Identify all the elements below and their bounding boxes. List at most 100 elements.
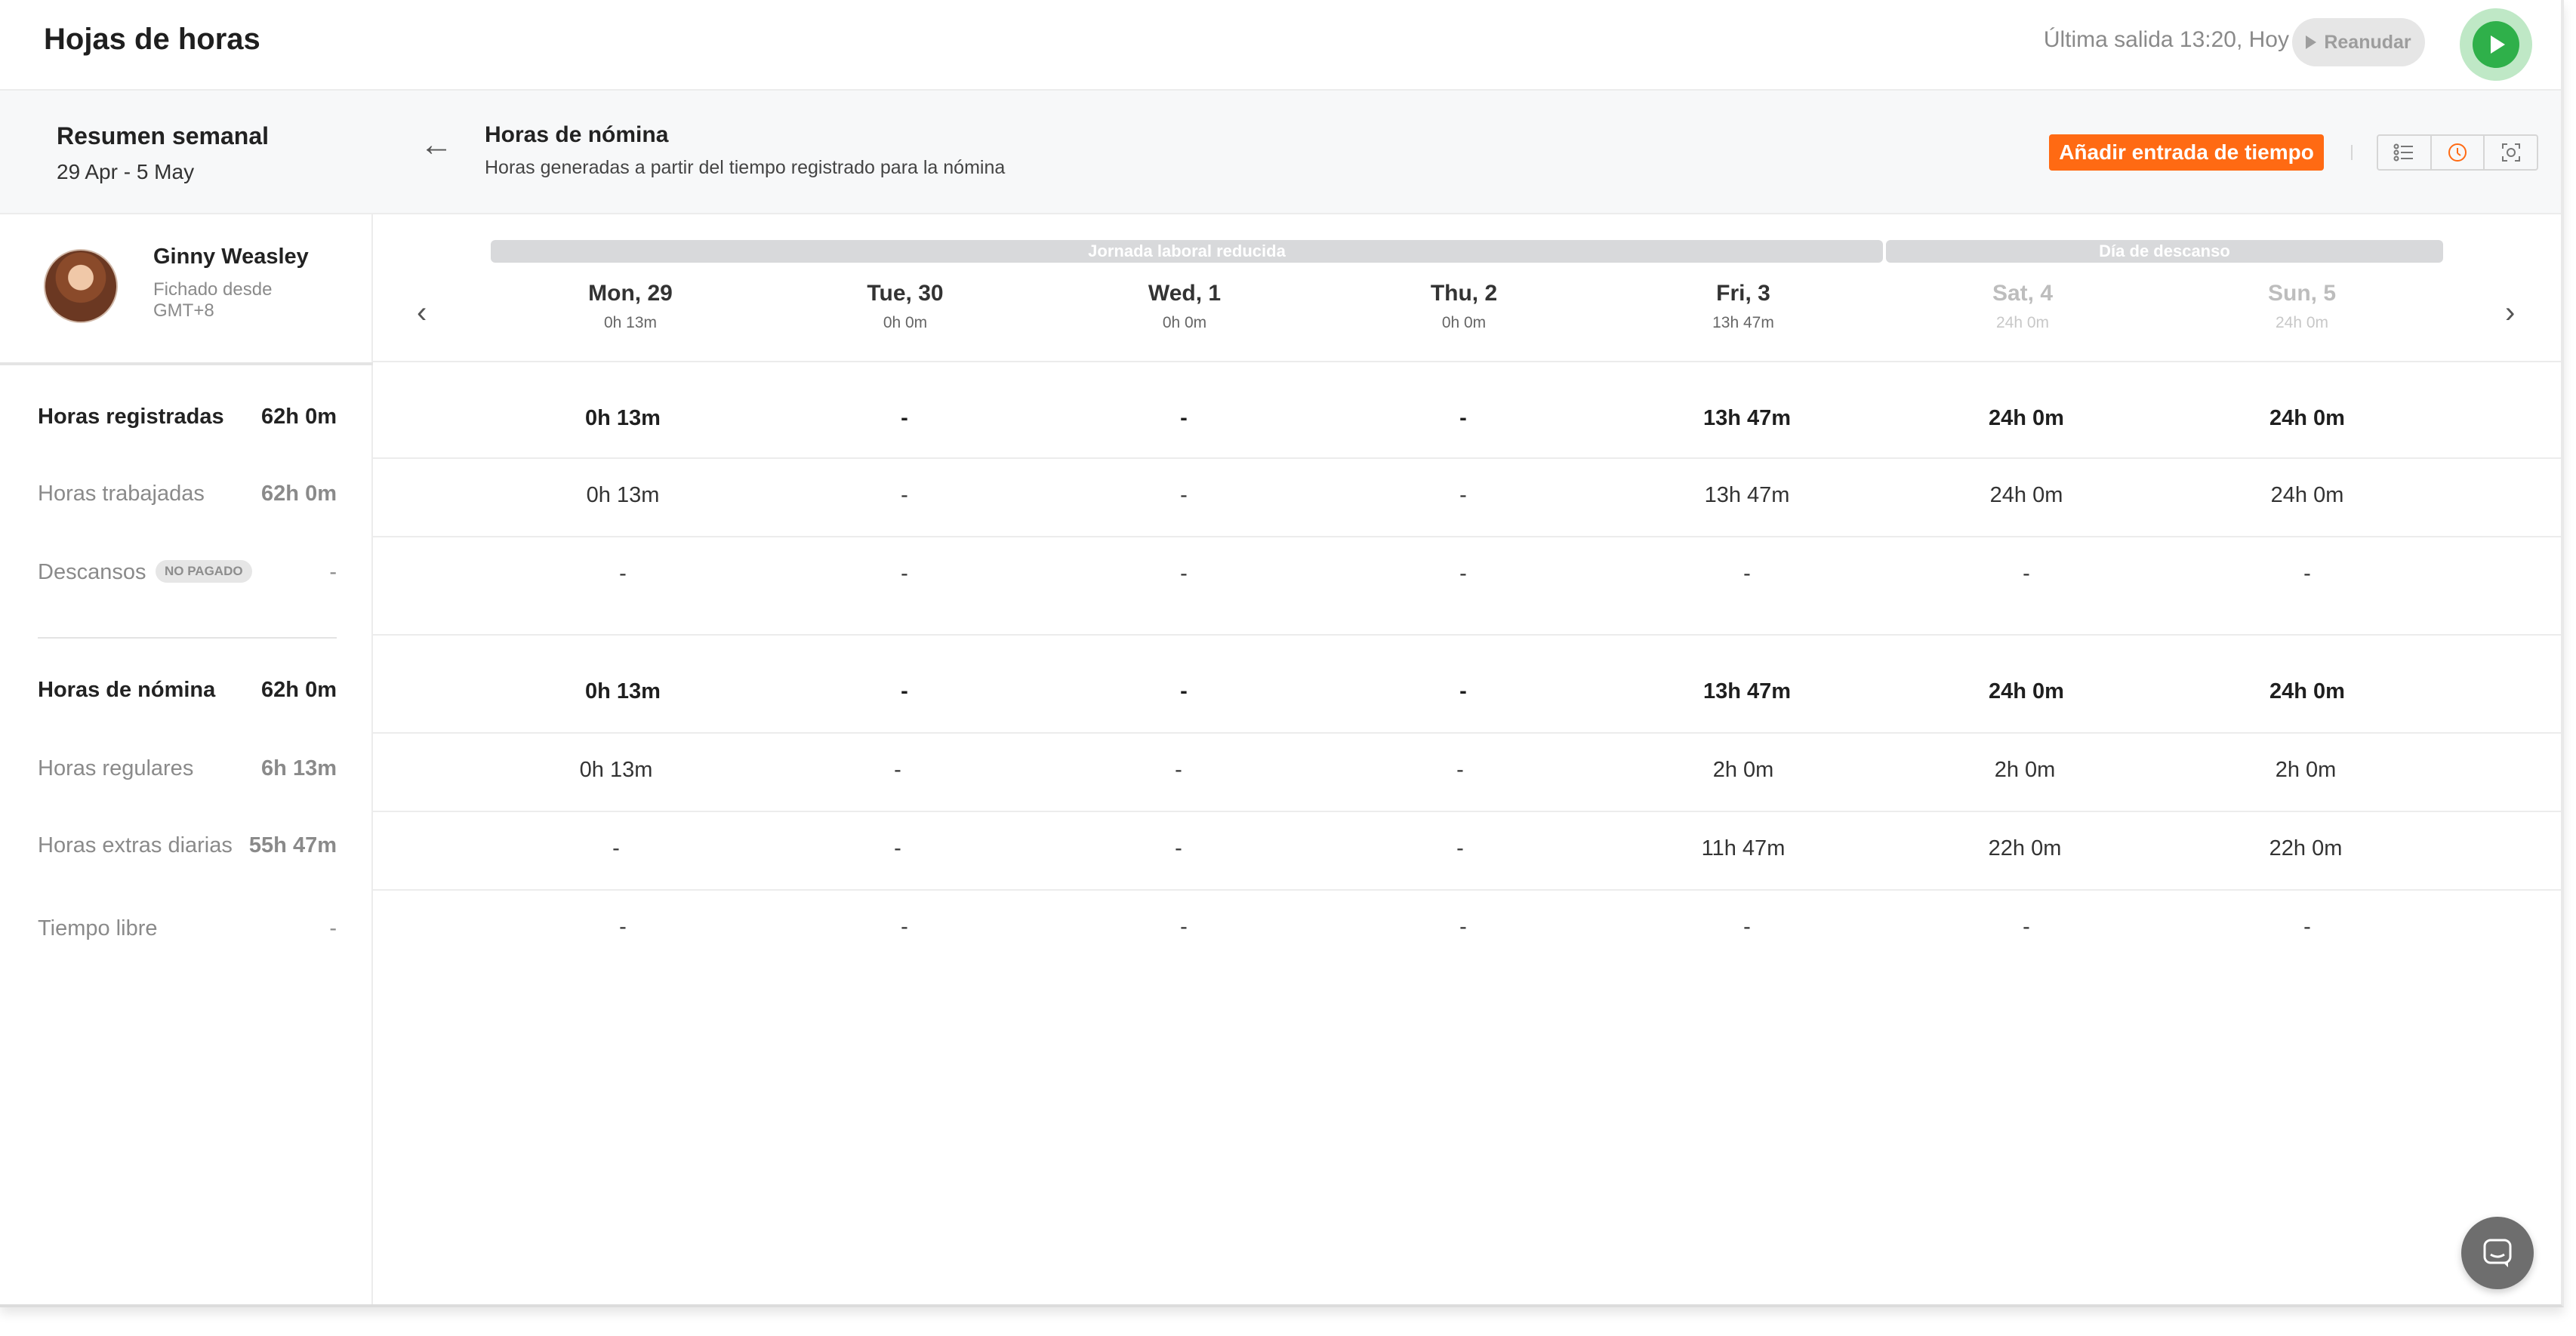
grid-cell[interactable]: - — [1365, 406, 1561, 431]
grid-cell[interactable]: 2h 0m — [2208, 758, 2404, 783]
day-name: Wed, 1 — [1148, 281, 1222, 306]
employee-card[interactable]: Ginny Weasley Fichado desde GMT+8 — [0, 214, 373, 365]
grid-cell[interactable]: - — [1086, 406, 1282, 431]
grid-cell[interactable]: - — [806, 562, 1003, 586]
add-time-entry-button[interactable]: Añadir entrada de tiempo — [2049, 134, 2324, 171]
grid-cell[interactable]: - — [1365, 483, 1561, 508]
grid-cell[interactable]: - — [1362, 758, 1558, 783]
chevron-right-icon[interactable]: › — [2505, 297, 2515, 328]
grid-cell[interactable]: - — [806, 406, 1003, 431]
summary-row-label: Horas extras diarias — [38, 833, 233, 857]
grid-cell[interactable]: 24h 0m — [2209, 679, 2405, 704]
weekly-summary-panel: Resumen semanal 29 Apr - 5 May Ginny Wea… — [0, 91, 373, 1304]
grid-cell[interactable]: 0h 13m — [525, 679, 721, 704]
resume-button-label: Reanudar — [2324, 31, 2411, 53]
play-small-icon — [2306, 35, 2317, 49]
grid-cell[interactable]: 13h 47m — [1649, 483, 1845, 508]
grid-cell[interactable]: - — [800, 758, 996, 783]
day-name: Sat, 4 — [1992, 281, 2054, 306]
payroll-view-button[interactable] — [2432, 136, 2485, 169]
grid-cell[interactable]: 13h 47m — [1649, 679, 1845, 704]
day-name: Mon, 29 — [588, 281, 673, 306]
summary-row-value: 6h 13m — [261, 756, 337, 780]
list-view-button[interactable] — [2378, 136, 2432, 169]
weekly-summary-header: Resumen semanal 29 Apr - 5 May — [0, 91, 373, 214]
list-icon — [2393, 143, 2414, 162]
grid-cell[interactable]: 24h 0m — [2209, 406, 2405, 431]
summary-row-label: Horas trabajadas — [38, 482, 205, 506]
grid-cell[interactable]: - — [1365, 562, 1561, 586]
grid-cell[interactable]: 24h 0m — [1928, 679, 2125, 704]
summary-row-worked: Horas trabajadas 62h 0m — [38, 482, 337, 512]
arrow-left-icon[interactable]: ← — [420, 128, 453, 162]
grid-cell[interactable]: 0h 13m — [525, 483, 721, 508]
summary-row-label: Horas de nómina — [38, 678, 216, 702]
focus-view-button[interactable] — [2485, 136, 2537, 169]
summary-divider — [38, 637, 337, 639]
grid-cell[interactable]: 24h 0m — [1928, 483, 2125, 508]
row-divider — [373, 457, 2561, 459]
summary-row-regular: Horas regulares 6h 13m — [38, 756, 337, 787]
clock-in-play-button[interactable] — [2460, 8, 2532, 81]
employee-name: Ginny Weasley — [153, 245, 309, 269]
payroll-title: Horas de nómina — [485, 122, 669, 147]
day-hours: 0h 0m — [1441, 314, 1487, 331]
grid-cell[interactable]: - — [1365, 679, 1561, 704]
summary-row-value: 55h 47m — [248, 833, 337, 857]
chat-support-button[interactable] — [2461, 1217, 2534, 1289]
chevron-left-icon[interactable]: ‹ — [417, 297, 427, 328]
grid-cell[interactable]: - — [2209, 915, 2405, 940]
day-hours: 24h 0m — [1995, 314, 2050, 331]
rest-day-bar: Día de descanso — [1886, 240, 2443, 263]
grid-cell[interactable]: - — [1649, 915, 1845, 940]
grid-cell[interactable]: 24h 0m — [2209, 483, 2405, 508]
day-header-sun: Sun, 5 24h 0m — [2204, 281, 2400, 332]
grid-cell[interactable]: 24h 0m — [1928, 406, 2125, 431]
grid-cell[interactable]: - — [2209, 562, 2405, 586]
grid-cell[interactable]: 2h 0m — [1927, 758, 2123, 783]
summary-row-value: 62h 0m — [261, 678, 337, 702]
grid-cell[interactable]: - — [806, 483, 1003, 508]
grid-cell[interactable]: - — [1086, 562, 1282, 586]
grid-cell[interactable]: - — [1086, 679, 1282, 704]
summary-row-label: Horas registradas — [38, 405, 224, 429]
row-divider — [373, 732, 2561, 734]
grid-cell[interactable]: 0h 13m — [518, 758, 714, 783]
grid-cell[interactable]: 13h 47m — [1649, 406, 1845, 431]
focus-icon — [2501, 143, 2520, 162]
payroll-subtitle: Horas generadas a partir del tiempo regi… — [485, 157, 1006, 178]
day-name: Fri, 3 — [1716, 281, 1770, 306]
grid-cell[interactable]: - — [1928, 915, 2125, 940]
grid-cell[interactable]: 2h 0m — [1645, 758, 1841, 783]
grid-cell[interactable]: - — [1086, 483, 1282, 508]
day-header-mon: Mon, 29 0h 13m — [532, 281, 729, 332]
chat-icon — [2483, 1239, 2512, 1267]
grid-cell[interactable]: - — [1649, 562, 1845, 586]
summary-row-overtime: Horas extras diarias 55h 47m — [38, 833, 337, 863]
grid-cell[interactable]: - — [1365, 915, 1561, 940]
grid-cell[interactable]: - — [806, 679, 1003, 704]
grid-cell[interactable]: 11h 47m — [1645, 836, 1841, 861]
payroll-header: ← Horas de nómina Horas generadas a part… — [373, 91, 2561, 214]
grid-cell[interactable]: - — [1928, 562, 2125, 586]
grid-cell[interactable]: - — [806, 915, 1003, 940]
grid-cell[interactable]: - — [1080, 836, 1277, 861]
grid-cell[interactable]: - — [1362, 836, 1558, 861]
page-title: Hojas de horas — [44, 23, 260, 56]
play-icon — [2473, 21, 2519, 68]
timezone-label: GMT+8 — [153, 300, 214, 321]
day-header-fri: Fri, 3 13h 47m — [1645, 281, 1841, 332]
grid-cell[interactable]: - — [525, 562, 721, 586]
grid-cell[interactable]: - — [1086, 915, 1282, 940]
resume-button[interactable]: Reanudar — [2292, 18, 2425, 66]
day-name: Sun, 5 — [2267, 281, 2336, 306]
week-range: 29 Apr - 5 May — [57, 160, 195, 183]
grid-cell[interactable]: - — [518, 836, 714, 861]
grid-cell[interactable]: 22h 0m — [2208, 836, 2404, 861]
day-header-sat: Sat, 4 24h 0m — [1924, 281, 2121, 332]
grid-cell[interactable]: - — [525, 915, 721, 940]
grid-cell[interactable]: 22h 0m — [1927, 836, 2123, 861]
grid-cell[interactable]: - — [1080, 758, 1277, 783]
grid-cell[interactable]: - — [800, 836, 996, 861]
grid-cell[interactable]: 0h 13m — [525, 406, 721, 431]
